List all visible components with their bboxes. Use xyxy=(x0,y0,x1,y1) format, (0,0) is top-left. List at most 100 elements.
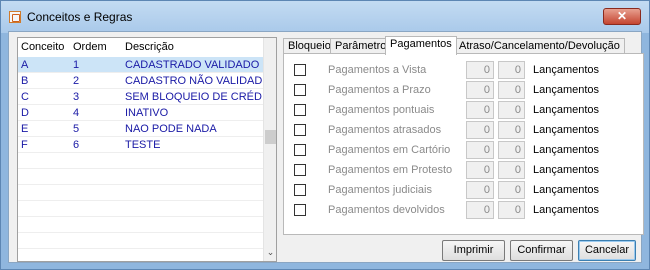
app-icon xyxy=(9,11,21,23)
concepts-list[interactable]: Conceito Ordem Descrição A 1 CADASTRADO … xyxy=(17,37,277,262)
pagamentos-panel: Pagamentos a Vista 0 0 Lançamentos Pagam… xyxy=(283,53,644,235)
payment-checkbox[interactable] xyxy=(294,64,306,76)
cell-ordem: 2 xyxy=(73,75,80,87)
payment-lancamentos-field[interactable]: 0 xyxy=(498,141,525,159)
payment-count-field[interactable]: 0 xyxy=(466,181,494,199)
payment-row: Pagamentos devolvidos 0 0 Lançamentos xyxy=(284,201,643,221)
list-header: Conceito Ordem Descrição xyxy=(18,38,276,56)
column-header-conceito[interactable]: Conceito xyxy=(21,41,64,53)
payment-label: Pagamentos a Vista xyxy=(328,64,427,76)
confirm-button[interactable]: Confirmar xyxy=(510,240,573,261)
cell-conceito: C xyxy=(21,91,29,103)
cancel-button[interactable]: Cancelar xyxy=(578,240,636,261)
payment-row: Pagamentos a Prazo 0 0 Lançamentos xyxy=(284,81,643,101)
payment-label: Pagamentos em Cartório xyxy=(328,144,451,156)
payment-lancamentos-field[interactable]: 0 xyxy=(498,181,525,199)
payment-checkbox[interactable] xyxy=(294,124,306,136)
empty-row xyxy=(18,233,265,249)
payment-row: Pagamentos atrasados 0 0 Lançamentos xyxy=(284,121,643,141)
list-row[interactable]: A 1 CADASTRADO VALIDADO xyxy=(18,57,265,73)
lancamentos-label: Lançamentos xyxy=(533,164,600,176)
dialog-body: Conceito Ordem Descrição A 1 CADASTRADO … xyxy=(8,31,644,263)
list-scrollbar[interactable]: ⌄ xyxy=(263,38,276,261)
payment-checkbox[interactable] xyxy=(294,164,306,176)
lancamentos-label: Lançamentos xyxy=(533,124,600,136)
cell-conceito: B xyxy=(21,75,29,87)
print-button[interactable]: Imprimir xyxy=(442,240,505,261)
tab-pagamentos[interactable]: Pagamentos xyxy=(385,36,457,55)
tab-atraso-cancelamento-devolucao[interactable]: Atraso/Cancelamento/Devolução xyxy=(454,38,625,54)
cell-conceito: D xyxy=(21,107,29,119)
payment-count-field[interactable]: 0 xyxy=(466,121,494,139)
empty-row xyxy=(18,153,265,169)
cell-conceito: A xyxy=(21,59,29,71)
empty-row xyxy=(18,201,265,217)
list-row[interactable]: C 3 SEM BLOQUEIO DE CRÉD xyxy=(18,89,265,105)
column-header-ordem[interactable]: Ordem xyxy=(73,41,107,53)
list-row[interactable]: D 4 INATIVO xyxy=(18,105,265,121)
payment-lancamentos-field[interactable]: 0 xyxy=(498,81,525,99)
payment-count-field[interactable]: 0 xyxy=(466,201,494,219)
payment-lancamentos-field[interactable]: 0 xyxy=(498,161,525,179)
title-bar[interactable]: Conceitos e Regras ✕ xyxy=(1,1,649,33)
payment-lancamentos-field[interactable]: 0 xyxy=(498,101,525,119)
scroll-down-icon[interactable]: ⌄ xyxy=(264,247,277,259)
cell-ordem: 1 xyxy=(73,59,80,71)
cell-descricao: TESTE xyxy=(125,139,161,151)
cell-conceito: F xyxy=(21,139,28,151)
payment-row: Pagamentos em Protesto 0 0 Lançamentos xyxy=(284,161,643,181)
payment-row: Pagamentos em Cartório 0 0 Lançamentos xyxy=(284,141,643,161)
payment-row: Pagamentos a Vista 0 0 Lançamentos xyxy=(284,61,643,81)
cell-conceito: E xyxy=(21,123,29,135)
payment-lancamentos-field[interactable]: 0 xyxy=(498,201,525,219)
empty-row xyxy=(18,217,265,233)
close-button[interactable]: ✕ xyxy=(603,8,641,25)
list-row[interactable]: B 2 CADASTRO NÃO VALIDAD xyxy=(18,73,265,89)
column-header-descricao[interactable]: Descrição xyxy=(125,41,174,53)
payment-checkbox[interactable] xyxy=(294,204,306,216)
payment-checkbox[interactable] xyxy=(294,144,306,156)
cell-descricao: SEM BLOQUEIO DE CRÉD xyxy=(125,91,262,103)
payment-checkbox[interactable] xyxy=(294,184,306,196)
list-rows: A 1 CADASTRADO VALIDADO B 2 CADASTRO NÃO… xyxy=(18,57,265,249)
empty-row xyxy=(18,169,265,185)
cell-descricao: CADASTRO NÃO VALIDAD xyxy=(125,75,263,87)
list-row[interactable]: E 5 NAO PODE NADA xyxy=(18,121,265,137)
close-icon: ✕ xyxy=(616,9,628,23)
cell-ordem: 6 xyxy=(73,139,80,151)
cell-ordem: 3 xyxy=(73,91,80,103)
payment-count-field[interactable]: 0 xyxy=(466,161,494,179)
empty-row xyxy=(18,185,265,201)
payment-row: Pagamentos pontuais 0 0 Lançamentos xyxy=(284,101,643,121)
payment-label: Pagamentos a Prazo xyxy=(328,84,431,96)
payment-lancamentos-field[interactable]: 0 xyxy=(498,61,525,79)
payment-count-field[interactable]: 0 xyxy=(466,61,494,79)
payment-count-field[interactable]: 0 xyxy=(466,101,494,119)
payment-checkbox[interactable] xyxy=(294,104,306,116)
dialog-window: Conceitos e Regras ✕ Conceito Ordem Desc… xyxy=(0,0,650,270)
payment-label: Pagamentos em Protesto xyxy=(328,164,453,176)
lancamentos-label: Lançamentos xyxy=(533,84,600,96)
lancamentos-label: Lançamentos xyxy=(533,104,600,116)
payment-label: Pagamentos devolvidos xyxy=(328,204,445,216)
payment-label: Pagamentos judiciais xyxy=(328,184,432,196)
cell-descricao: NAO PODE NADA xyxy=(125,123,217,135)
lancamentos-label: Lançamentos xyxy=(533,144,600,156)
payment-label: Pagamentos pontuais xyxy=(328,104,435,116)
list-row[interactable]: F 6 TESTE xyxy=(18,137,265,153)
cell-ordem: 4 xyxy=(73,107,80,119)
lancamentos-label: Lançamentos xyxy=(533,64,600,76)
payment-count-field[interactable]: 0 xyxy=(466,141,494,159)
payment-row: Pagamentos judiciais 0 0 Lançamentos xyxy=(284,181,643,201)
payment-lancamentos-field[interactable]: 0 xyxy=(498,121,525,139)
cell-descricao: INATIVO xyxy=(125,107,169,119)
cell-ordem: 5 xyxy=(73,123,80,135)
window-title: Conceitos e Regras xyxy=(27,10,133,24)
cell-descricao: CADASTRADO VALIDADO xyxy=(125,59,260,71)
payment-label: Pagamentos atrasados xyxy=(328,124,442,136)
scrollbar-thumb[interactable] xyxy=(265,130,276,144)
lancamentos-label: Lançamentos xyxy=(533,184,600,196)
lancamentos-label: Lançamentos xyxy=(533,204,600,216)
payment-count-field[interactable]: 0 xyxy=(466,81,494,99)
payment-checkbox[interactable] xyxy=(294,84,306,96)
